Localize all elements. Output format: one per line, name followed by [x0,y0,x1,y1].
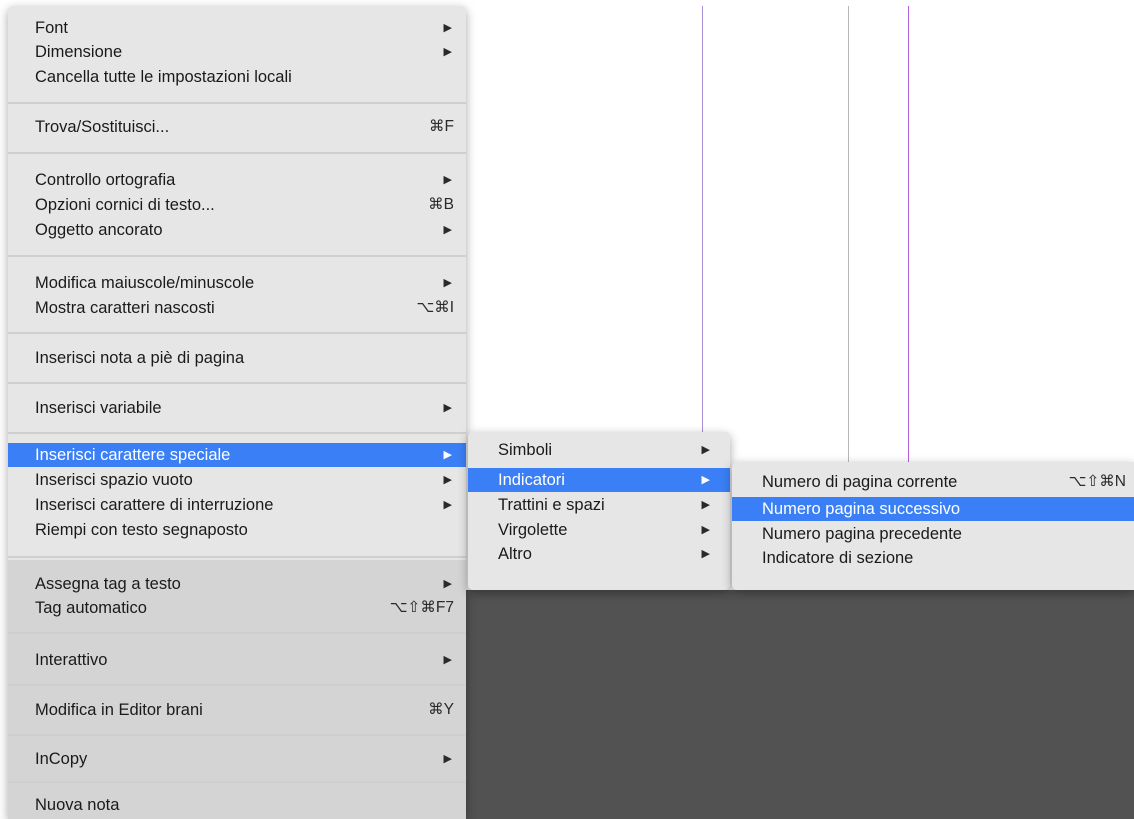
menu-item-anchored-object[interactable]: Oggetto ancorato ▶ [8,218,466,242]
menu-item-label: Virgolette [498,521,568,539]
submenu-item-quotes[interactable]: Virgolette ▶ [468,518,730,542]
special-character-submenu: Simboli ▶ Indicatori ▶ Trattini e spazi … [468,432,730,590]
menu-item-label: Inserisci nota a piè di pagina [35,349,245,367]
submenu-arrow-icon: ▶ [443,402,452,414]
markers-submenu: Numero di pagina corrente ⌥⇧⌘N Numero pa… [732,462,1134,590]
submenu-arrow-icon: ▶ [443,174,452,186]
menu-item-autotag[interactable]: Tag automatico ⌥⇧⌘F7 [8,596,466,620]
menu-separator [8,556,466,558]
menu-item-label: Mostra caratteri nascosti [35,299,215,317]
menu-item-tag-text[interactable]: Assegna tag a testo ▶ [8,572,466,596]
menu-item-incopy[interactable]: InCopy ▶ [8,747,466,771]
menu-separator [8,632,466,634]
submenu-item-dashes-spaces[interactable]: Trattini e spazi ▶ [468,493,730,517]
menu-item-label: Cancella tutte le impostazioni locali [35,68,292,86]
menu-item-insert-white-space[interactable]: Inserisci spazio vuoto ▶ [8,468,466,492]
menu-item-label: Modifica maiuscole/minuscole [35,274,255,292]
submenu-item-markers[interactable]: Indicatori ▶ [468,468,730,492]
menu-item-shortcut: ⌘B [428,196,454,213]
menu-item-fill-placeholder-text[interactable]: Riempi con testo segnaposto [8,518,466,542]
menu-item-find-replace[interactable]: Trova/Sostituisci... ⌘F [8,115,466,139]
menu-item-label: Inserisci carattere di interruzione [35,496,274,514]
menu-separator [8,255,466,257]
menu-item-insert-special-char[interactable]: Inserisci carattere speciale ▶ [8,443,466,467]
menu-separator [8,102,466,104]
submenu-arrow-icon: ▶ [443,449,452,461]
menu-item-label: InCopy [35,750,88,768]
pasteboard-area [460,590,1134,819]
menu-item-label: Tag automatico [35,599,147,617]
menu-item-label: Inserisci spazio vuoto [35,471,193,489]
menu-item-clear-local-settings[interactable]: Cancella tutte le impostazioni locali [8,65,466,89]
menu-item-label: Oggetto ancorato [35,221,163,239]
submenu-item-section-marker[interactable]: Indicatore di sezione [732,546,1134,570]
submenu-arrow-icon: ▶ [443,224,452,236]
menu-item-label: Assegna tag a testo [35,575,181,593]
menu-separator [8,734,466,736]
submenu-item-current-page-number[interactable]: Numero di pagina corrente ⌥⇧⌘N [732,470,1134,494]
submenu-item-next-page-number[interactable]: Numero pagina successivo [732,497,1134,521]
menu-item-insert-variable[interactable]: Inserisci variabile ▶ [8,396,466,420]
submenu-item-symbols[interactable]: Simboli ▶ [468,438,730,462]
submenu-arrow-icon: ▶ [443,499,452,511]
menu-item-edit-in-story-editor[interactable]: Modifica in Editor brani ⌘Y [8,698,466,722]
menu-item-show-hidden-chars[interactable]: Mostra caratteri nascosti ⌥⌘I [8,296,466,320]
submenu-arrow-icon: ▶ [701,548,710,560]
menu-item-label: Opzioni cornici di testo... [35,196,215,214]
menu-item-label: Simboli [498,441,553,459]
submenu-item-other[interactable]: Altro ▶ [468,542,730,566]
menu-item-shortcut: ⌥⇧⌘F7 [389,599,454,616]
submenu-arrow-icon: ▶ [701,524,710,536]
submenu-arrow-icon: ▶ [443,578,452,590]
menu-item-label: Inserisci variabile [35,399,162,417]
menu-item-shortcut: ⌘F [429,118,454,135]
submenu-arrow-icon: ▶ [443,474,452,486]
menu-item-label: Trova/Sostituisci... [35,118,170,136]
submenu-arrow-icon: ▶ [443,22,452,34]
menu-separator [8,684,466,686]
menu-item-label: Numero pagina successivo [762,500,961,518]
menu-item-text-frame-options[interactable]: Opzioni cornici di testo... ⌘B [8,193,466,217]
menu-item-font[interactable]: Font ▶ [8,16,466,40]
submenu-arrow-icon: ▶ [443,654,452,666]
menu-item-change-case[interactable]: Modifica maiuscole/minuscole ▶ [8,271,466,295]
menu-item-label: Nuova nota [35,796,120,814]
menu-item-label: Indicatore di sezione [762,549,914,567]
submenu-arrow-icon: ▶ [701,499,710,511]
menu-separator [8,152,466,154]
submenu-arrow-icon: ▶ [701,474,710,486]
submenu-arrow-icon: ▶ [443,753,452,765]
menu-item-label: Indicatori [498,471,565,489]
menu-item-label: Altro [498,545,532,563]
menu-item-label: Controllo ortografia [35,171,176,189]
submenu-item-previous-page-number[interactable]: Numero pagina precedente [732,522,1134,546]
submenu-arrow-icon: ▶ [443,277,452,289]
menu-separator [8,382,466,384]
menu-separator [8,332,466,334]
menu-item-label: Modifica in Editor brani [35,701,203,719]
text-context-menu: Font ▶ Dimensione ▶ Cancella tutte le im… [8,6,466,819]
menu-item-interactive[interactable]: Interattivo ▶ [8,648,466,672]
menu-item-new-note[interactable]: Nuova nota [8,793,466,817]
submenu-arrow-icon: ▶ [701,444,710,456]
submenu-arrow-icon: ▶ [443,46,452,58]
menu-separator [8,781,466,783]
menu-item-dimensione[interactable]: Dimensione ▶ [8,40,466,64]
menu-item-label: Inserisci carattere speciale [35,446,231,464]
menu-item-label: Trattini e spazi [498,496,605,514]
menu-item-label: Interattivo [35,651,108,669]
menu-item-shortcut: ⌥⇧⌘N [1068,473,1126,490]
menu-item-label: Riempi con testo segnaposto [35,521,248,539]
menu-item-shortcut: ⌥⌘I [416,299,454,316]
menu-item-insert-footnote[interactable]: Inserisci nota a piè di pagina [8,346,466,370]
menu-item-shortcut: ⌘Y [428,701,454,718]
menu-item-label: Dimensione [35,43,123,61]
menu-item-label: Font [35,19,69,37]
menu-item-label: Numero di pagina corrente [762,473,958,491]
menu-item-spell-check[interactable]: Controllo ortografia ▶ [8,168,466,192]
menu-item-insert-break-char[interactable]: Inserisci carattere di interruzione ▶ [8,493,466,517]
menu-separator [8,432,466,434]
menu-item-label: Numero pagina precedente [762,525,962,543]
